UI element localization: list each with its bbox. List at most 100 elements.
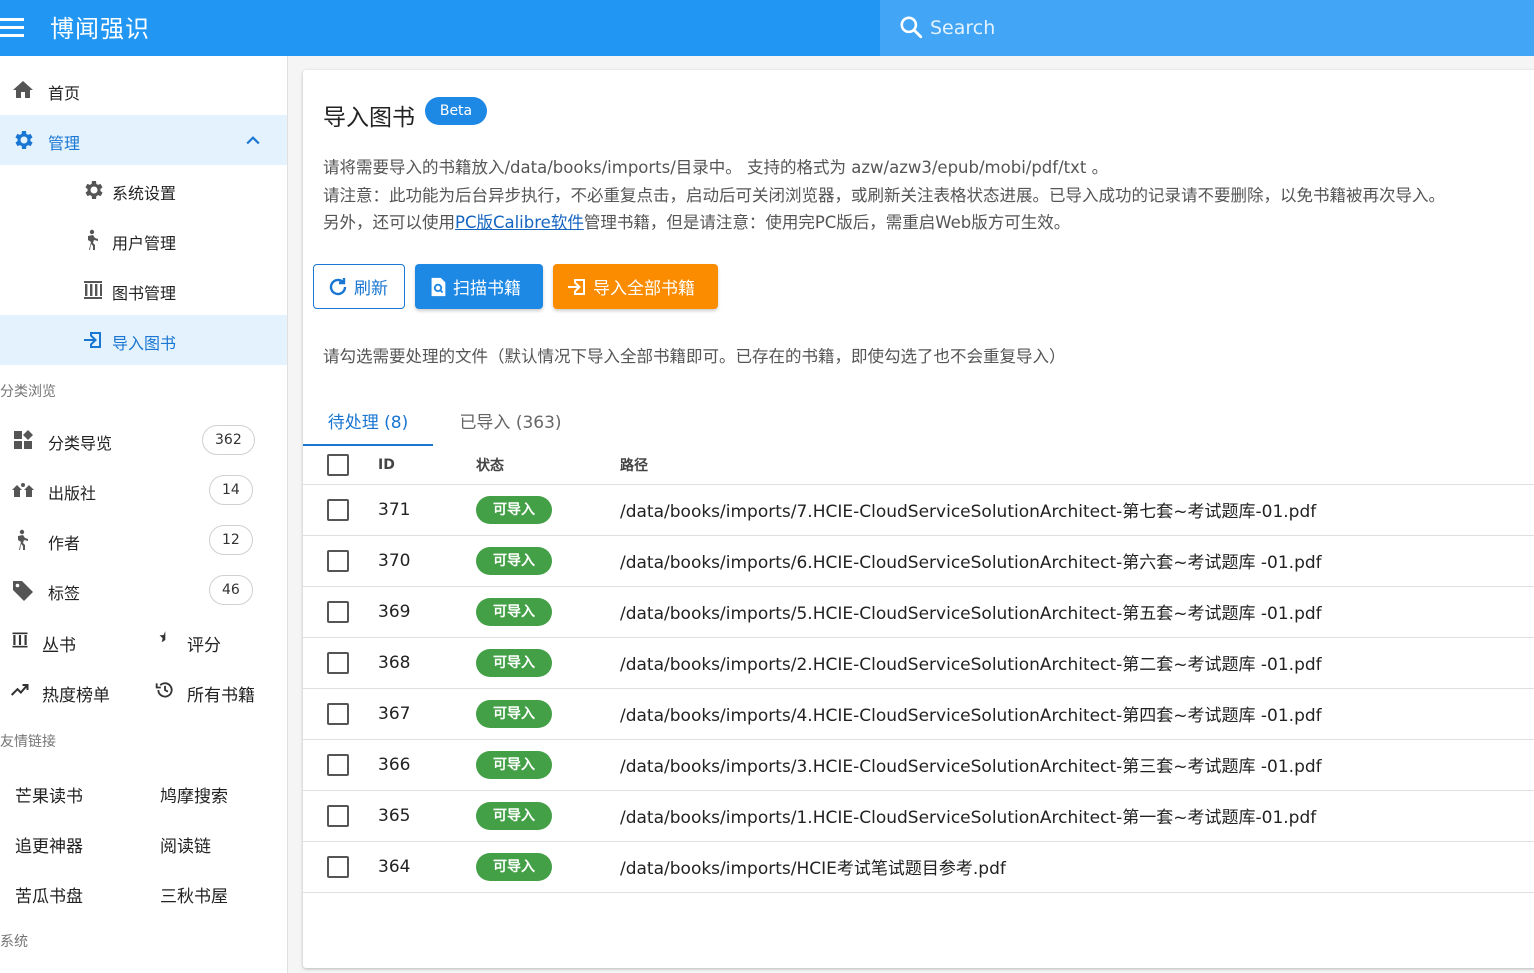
table-row[interactable]: 365 可导入 /data/books/imports/1.HCIE-Cloud…	[303, 790, 1534, 842]
nav-book-management[interactable]: 图书管理	[0, 265, 287, 315]
table-row[interactable]: 369 可导入 /data/books/imports/5.HCIE-Cloud…	[303, 586, 1534, 638]
nav-book-management-label: 图书管理	[112, 284, 177, 303]
import-all-button[interactable]: 导入全部书籍	[553, 264, 718, 309]
import-card: 导入图书 Beta 请将需要导入的书籍放入/data/books/imports…	[303, 70, 1534, 968]
col-id: ID	[378, 446, 476, 485]
person-walking-icon	[18, 529, 28, 550]
tab-imported[interactable]: 已导入 (363)	[443, 392, 578, 446]
row-path: /data/books/imports/5.HCIE-CloudServiceS…	[620, 586, 1534, 638]
select-all-checkbox[interactable]	[327, 453, 349, 476]
link-item[interactable]: 苦瓜书盘	[15, 882, 83, 907]
nav-system-settings[interactable]: 系统设置	[0, 165, 287, 215]
tab-pending[interactable]: 待处理 (8)	[303, 392, 433, 446]
row-checkbox[interactable]	[327, 753, 349, 776]
link-item[interactable]: 鸠摩搜索	[160, 782, 228, 807]
search-input[interactable]	[930, 12, 1510, 44]
history-icon	[155, 682, 173, 698]
desc3-pre: 另外，还可以使用	[323, 213, 455, 232]
nav-admin-label: 管理	[48, 134, 81, 153]
person-walking-icon	[88, 229, 98, 250]
beta-badge: Beta	[425, 97, 487, 125]
nav-publisher[interactable]: 出版社 14	[0, 465, 287, 515]
menu-icon[interactable]	[0, 14, 26, 40]
link-item[interactable]: 阅读链	[160, 832, 211, 857]
nav-series[interactable]: 丛书	[0, 617, 140, 667]
row-id: 369	[378, 586, 476, 638]
table-row[interactable]: 368 可导入 /data/books/imports/2.HCIE-Cloud…	[303, 637, 1534, 689]
link-item[interactable]: 追更神器	[15, 832, 83, 857]
scan-books-button[interactable]: 扫描书籍	[415, 264, 543, 309]
trending-up-icon	[10, 684, 29, 696]
count-badge: 362	[202, 425, 255, 455]
nav-admin[interactable]: 管理	[0, 115, 287, 165]
nav-user-management[interactable]: 用户管理	[0, 215, 287, 265]
section-browse-title: 分类浏览	[0, 384, 56, 400]
description-line-2: 请注意：此功能为后台异步执行，不必重复点击，启动后可关闭浏览器，或刷新关注表格状…	[323, 186, 1445, 205]
description-line-3: 另外，还可以使用PC版Calibre软件管理书籍，但是请注意：使用完PC版后，需…	[323, 209, 1070, 233]
row-path: /data/books/imports/1.HCIE-CloudServiceS…	[620, 790, 1534, 842]
home-icon	[13, 81, 33, 98]
library-icon	[12, 632, 28, 648]
sidebar: 首页 管理 系统设置 用户管理 图书管理 导入图书 分类浏览 分类导览 362 …	[0, 56, 288, 973]
row-checkbox[interactable]	[327, 702, 349, 725]
nav-import-books[interactable]: 导入图书	[0, 315, 287, 365]
row-checkbox[interactable]	[327, 804, 349, 827]
row-id: 370	[378, 535, 476, 587]
nav-category[interactable]: 分类导览 362	[0, 415, 287, 465]
refresh-button[interactable]: 刷新	[313, 264, 405, 309]
nav-tags-label: 标签	[48, 584, 81, 603]
row-id: 364	[378, 841, 476, 893]
nav-user-management-label: 用户管理	[112, 234, 177, 253]
status-badge: 可导入	[476, 801, 552, 830]
row-id: 368	[378, 637, 476, 689]
col-path: 路径	[620, 446, 1534, 485]
nav-rating[interactable]: 评分	[145, 617, 285, 667]
row-checkbox[interactable]	[327, 855, 349, 878]
table-row[interactable]: 366 可导入 /data/books/imports/3.HCIE-Cloud…	[303, 739, 1534, 791]
nav-author[interactable]: 作者 12	[0, 515, 287, 565]
tab-bar: 待处理 (8) 已导入 (363)	[303, 392, 1534, 446]
status-badge: 可导入	[476, 648, 552, 677]
count-badge: 46	[209, 575, 253, 605]
gear-icon	[85, 181, 103, 199]
status-badge: 可导入	[476, 495, 552, 524]
tag-icon	[13, 581, 33, 601]
count-badge: 14	[209, 475, 253, 505]
nav-all-books-label: 所有书籍	[187, 686, 255, 706]
row-id: 371	[378, 484, 476, 536]
nav-series-label: 丛书	[42, 636, 76, 656]
status-badge: 可导入	[476, 699, 552, 728]
row-path: /data/books/imports/4.HCIE-CloudServiceS…	[620, 688, 1534, 740]
nav-hot[interactable]: 热度榜单	[0, 667, 140, 717]
table-row[interactable]: 370 可导入 /data/books/imports/6.HCIE-Cloud…	[303, 535, 1534, 587]
nav-tags[interactable]: 标签 46	[0, 565, 287, 615]
table-row[interactable]: 367 可导入 /data/books/imports/4.HCIE-Cloud…	[303, 688, 1534, 740]
row-checkbox[interactable]	[327, 549, 349, 572]
link-item[interactable]: 芒果读书	[15, 782, 83, 807]
status-badge: 可导入	[476, 750, 552, 779]
import-icon	[568, 278, 585, 295]
gear-icon	[15, 131, 33, 149]
nav-category-label: 分类导览	[48, 434, 113, 453]
nav-import-books-label: 导入图书	[112, 334, 177, 353]
description-line-1: 请将需要导入的书籍放入/data/books/imports/目录中。 支持的格…	[323, 158, 1109, 177]
nav-hot-label: 热度榜单	[42, 686, 110, 706]
row-path: /data/books/imports/3.HCIE-CloudServiceS…	[620, 739, 1534, 791]
row-checkbox[interactable]	[327, 600, 349, 623]
nav-publisher-label: 出版社	[48, 484, 97, 503]
houses-icon	[12, 483, 34, 497]
table-row[interactable]: 371 可导入 /data/books/imports/7.HCIE-Cloud…	[303, 484, 1534, 536]
nav-all-books[interactable]: 所有书籍	[145, 667, 285, 717]
status-badge: 可导入	[476, 546, 552, 575]
calibre-link[interactable]: PC版Calibre软件	[455, 213, 584, 232]
file-search-icon	[431, 277, 446, 296]
row-checkbox[interactable]	[327, 498, 349, 521]
desc3-post: 管理书籍，但是请注意：使用完PC版后，需重启Web版方可生效。	[583, 213, 1071, 232]
chevron-up-icon[interactable]	[243, 131, 263, 151]
col-status: 状态	[476, 446, 620, 485]
table-row[interactable]: 364 可导入 /data/books/imports/HCIE考试笔试题目参考…	[303, 841, 1534, 893]
row-checkbox[interactable]	[327, 651, 349, 674]
app-title[interactable]: 博闻强识	[50, 9, 150, 44]
link-item[interactable]: 三秋书屋	[160, 882, 228, 907]
nav-home[interactable]: 首页	[0, 65, 287, 115]
